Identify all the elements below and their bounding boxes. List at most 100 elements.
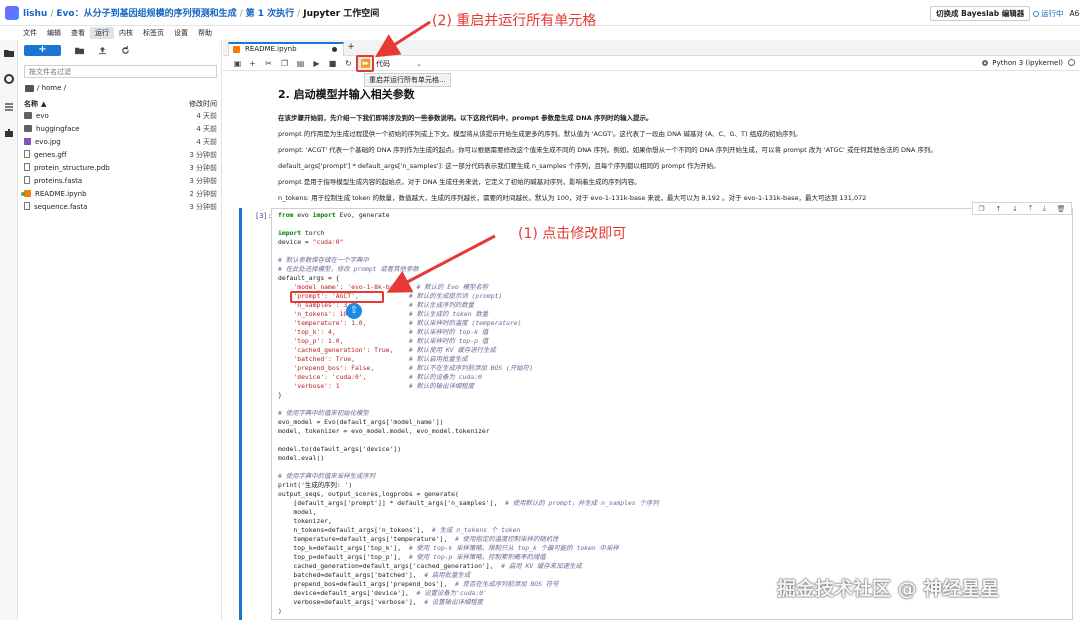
notebook-toolbar: ▣ + ✂ ❐ ▤ ▶ ■ ↻ ⏩ 代码 ⌄ Python 3 (ipykerne… [223,56,1080,71]
save-icon[interactable]: ▣ [232,58,243,69]
annotation-step-2: (2) 重启并运行所有单元格 [432,13,597,29]
paragraph-prompt-purpose: prompt 是用于指导模型生成内容的起始点，对于 DNA 生成任务来说，它定义… [278,178,641,186]
insert-cell-icon[interactable]: + [247,58,258,69]
folder-icon [24,112,32,119]
file-modified: 4 天前 [196,138,217,146]
run-icon[interactable]: ▶ [311,58,322,69]
paragraph-prompt-example: prompt: 'ACGT' 代表一个基础的 DNA 序列作为生成的起点。你可以… [278,146,937,154]
file-icon [24,176,30,184]
running-indicator-icon [21,192,25,196]
new-launcher-button[interactable]: + [24,45,61,56]
breadcrumb-project[interactable]: Evo：从分子到基因组规模的序列预测和生成 [56,9,236,19]
chevron-down-icon: ⌄ [416,60,422,68]
file-browser-toolbar: + [24,44,130,57]
tab-bar: README.ipynb + [223,40,1080,56]
move-up-icon[interactable]: ↑ [995,205,1001,213]
menu-help[interactable]: 帮助 [193,27,217,39]
file-name: evo.jpg [35,138,61,146]
section-heading: 2. 启动模型并输入相关参数 [278,88,415,101]
menu-run[interactable]: 运行 [90,26,114,39]
file-modified: 4 天前 [196,125,217,133]
image-file-icon [24,138,31,145]
toolbar-tooltip: 重启并运行所有单元格... [364,73,451,87]
activity-bar [0,40,18,620]
restart-kernel-icon[interactable]: ↻ [343,58,354,69]
file-icon [24,202,30,210]
column-modified[interactable]: 修改时间 [189,99,217,109]
active-cell-indicator [239,208,242,620]
cursor-icon: ⇧ [346,303,362,319]
cut-icon[interactable]: ✂ [263,58,274,69]
breadcrumb-user[interactable]: lishu [23,9,47,19]
file-modified: 3 分钟前 [189,151,217,159]
code-editor[interactable]: from evo import Evo, generate import tor… [278,211,659,616]
running-kernels-icon[interactable] [4,74,14,84]
paragraph-n-samples: default_args['prompt'] * default_args['n… [278,162,720,170]
paragraph-n-tokens: n_tokens: 用于控制生成 token 的数量，数值越大，生成的序列越长，… [278,194,867,202]
menu-kernel[interactable]: 内核 [114,27,138,39]
copy-icon[interactable]: ❐ [279,58,290,69]
file-filter-input[interactable] [24,65,217,78]
insert-above-icon[interactable]: ⤒ [1029,204,1032,213]
file-list-header: 名称 ▲ 修改时间 [24,99,219,109]
paragraph-intro: 在该步骤开始前，先介绍一下我们即将涉及到的一些参数说明。以下这段代码中，prom… [278,114,653,122]
watermark: 掘金技术社区 @ 神经星星 [777,578,1000,600]
cell-toolbar: ❐ ↑ ↓ ⤒ ⤓ 🗑 [972,202,1072,215]
folder-icon [25,84,34,92]
menu-edit[interactable]: 编辑 [42,27,66,39]
app-logo-icon [5,5,19,20]
file-row[interactable]: protein_structure.pdb 3 分钟前 [24,162,219,174]
refresh-icon[interactable] [121,46,130,55]
menu-view[interactable]: 查看 [66,27,90,39]
notebook-icon [24,190,31,197]
column-name[interactable]: 名称 [24,100,38,108]
delete-cell-icon[interactable]: 🗑 [1057,205,1066,213]
unsaved-dot-icon[interactable] [332,47,337,52]
file-icon [24,163,30,171]
run-status: 运行中 A6 [1033,8,1079,19]
file-name: README.ipynb [35,190,87,198]
annotation-step-1: (1) 点击修改即可 [518,226,627,242]
folder-icon[interactable] [4,48,14,58]
file-row[interactable]: genes.gff 3 分钟前 [24,149,219,161]
file-row[interactable]: sequence.fasta 3 分钟前 [24,201,219,213]
new-folder-icon[interactable] [75,46,84,55]
file-row[interactable]: README.ipynb 2 分钟前 [21,188,219,200]
stop-icon[interactable]: ■ [327,58,338,69]
duplicate-cell-icon[interactable]: ❐ [978,205,984,213]
upload-icon[interactable] [98,46,107,55]
add-tab-button[interactable]: + [346,43,356,53]
move-down-icon[interactable]: ↓ [1012,205,1018,213]
kernel-idle-icon [1068,59,1075,66]
file-modified: 2 分钟前 [189,190,217,198]
breadcrumb-workspace: Jupyter 工作空间 [303,9,380,19]
switch-editor-button[interactable]: 切换成 Bayeslab 编辑器 [930,6,1031,21]
file-row[interactable]: huggingface 4 天前 [24,123,219,135]
menu-settings[interactable]: 设置 [169,27,193,39]
file-row[interactable]: proteins.fasta 3 分钟前 [24,175,219,187]
kernel-status[interactable]: Python 3 (ipykernel) [982,59,1075,67]
file-row[interactable]: evo 4 天前 [24,110,219,122]
file-modified: 4 天前 [196,112,217,120]
prompt-highlight-box [290,291,384,303]
file-modified: 3 分钟前 [189,177,217,185]
current-path[interactable]: / home / [25,84,66,92]
tab-readme[interactable]: README.ipynb [228,42,344,56]
file-row[interactable]: evo.jpg 4 天前 [24,136,219,148]
paste-icon[interactable]: ▤ [295,58,306,69]
file-name: huggingface [36,125,80,133]
table-of-contents-icon[interactable] [4,102,14,112]
file-name: sequence.fasta [34,203,88,211]
cell-type-select[interactable]: 代码 ⌄ [376,59,422,69]
paragraph-prompt-role: prompt 的作用是为生成过程提供一个初始的序列或上下文。模型将从该提示开始生… [278,130,802,138]
breadcrumb-run[interactable]: 第 1 次执行 [246,9,295,19]
menu-tabs[interactable]: 标签页 [138,27,169,39]
file-icon [24,150,30,158]
breadcrumb: lishu / Evo：从分子到基因组规模的序列预测和生成 / 第 1 次执行 / Jupy… [23,9,380,19]
extensions-icon[interactable] [4,128,14,138]
notebook-icon [233,46,240,53]
file-name: proteins.fasta [34,177,83,185]
file-modified: 3 分钟前 [189,164,217,172]
menu-file[interactable]: 文件 [18,27,42,39]
insert-below-icon[interactable]: ⤓ [1043,204,1046,213]
